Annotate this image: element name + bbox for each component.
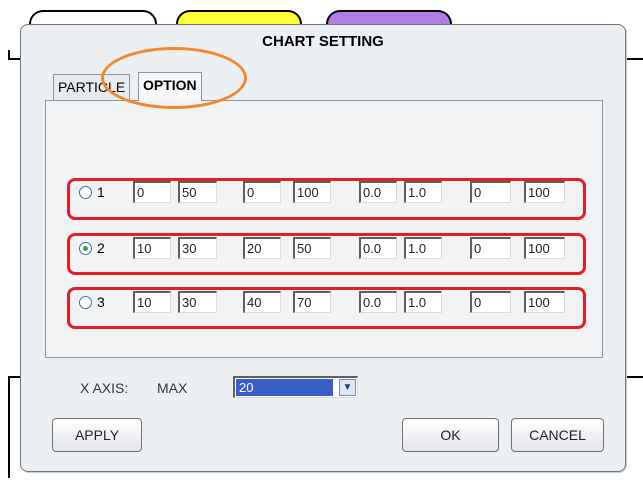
xaxis-max-value: 20 (236, 379, 333, 396)
value-input[interactable]: 30 (178, 291, 217, 313)
value-input[interactable]: 0.0 (359, 181, 397, 203)
preset-label: 3 (97, 294, 105, 310)
preset-radio-2[interactable] (79, 242, 92, 255)
background-frame-top-right (626, 58, 643, 60)
cancel-button[interactable]: CANCEL (511, 418, 604, 452)
apply-button[interactable]: APPLY (52, 418, 142, 452)
value-input[interactable]: 1.0 (404, 291, 442, 313)
value-input[interactable]: 0 (470, 237, 511, 259)
value-input[interactable]: 0 (243, 181, 281, 203)
xaxis-max-select[interactable]: 20 ▼ (233, 376, 358, 398)
value-input[interactable]: 30 (178, 237, 217, 259)
value-input[interactable]: 10 (133, 237, 171, 259)
chevron-down-icon[interactable]: ▼ (339, 379, 356, 396)
value-input[interactable]: 0.0 (359, 291, 397, 313)
value-input[interactable]: 50 (293, 237, 331, 259)
xaxis-max-label: MAX (157, 380, 188, 396)
value-input[interactable]: 1.0 (404, 237, 442, 259)
value-input[interactable]: 100 (524, 237, 565, 259)
value-input[interactable]: 0 (470, 181, 511, 203)
preset-radio-3[interactable] (79, 296, 92, 309)
value-input[interactable]: 10 (133, 291, 171, 313)
value-input[interactable]: 50 (178, 181, 217, 203)
value-input[interactable]: 20 (243, 237, 281, 259)
xaxis-label: X AXIS: (80, 380, 129, 396)
value-input[interactable]: 100 (524, 291, 565, 313)
option-panel (45, 100, 603, 358)
tab-particle[interactable]: PARTICLE (53, 74, 131, 100)
tab-option[interactable]: OPTION (138, 72, 202, 101)
value-input[interactable]: 70 (293, 291, 331, 313)
preset-label: 1 (97, 184, 105, 200)
value-input[interactable]: 0 (470, 291, 511, 313)
background-frame-left (8, 376, 10, 478)
dialog-title: CHART SETTING (262, 33, 384, 50)
ok-button[interactable]: OK (402, 418, 499, 452)
value-input[interactable]: 1.0 (404, 181, 442, 203)
value-input[interactable]: 40 (243, 291, 281, 313)
value-input[interactable]: 100 (524, 181, 565, 203)
preset-radio-1[interactable] (79, 186, 92, 199)
background-frame-right-mid (626, 376, 643, 378)
preset-label: 2 (97, 240, 105, 256)
radio-selected-dot (83, 246, 88, 251)
value-input[interactable]: 0.0 (359, 237, 397, 259)
value-input[interactable]: 0 (133, 181, 171, 203)
value-input[interactable]: 100 (293, 181, 331, 203)
